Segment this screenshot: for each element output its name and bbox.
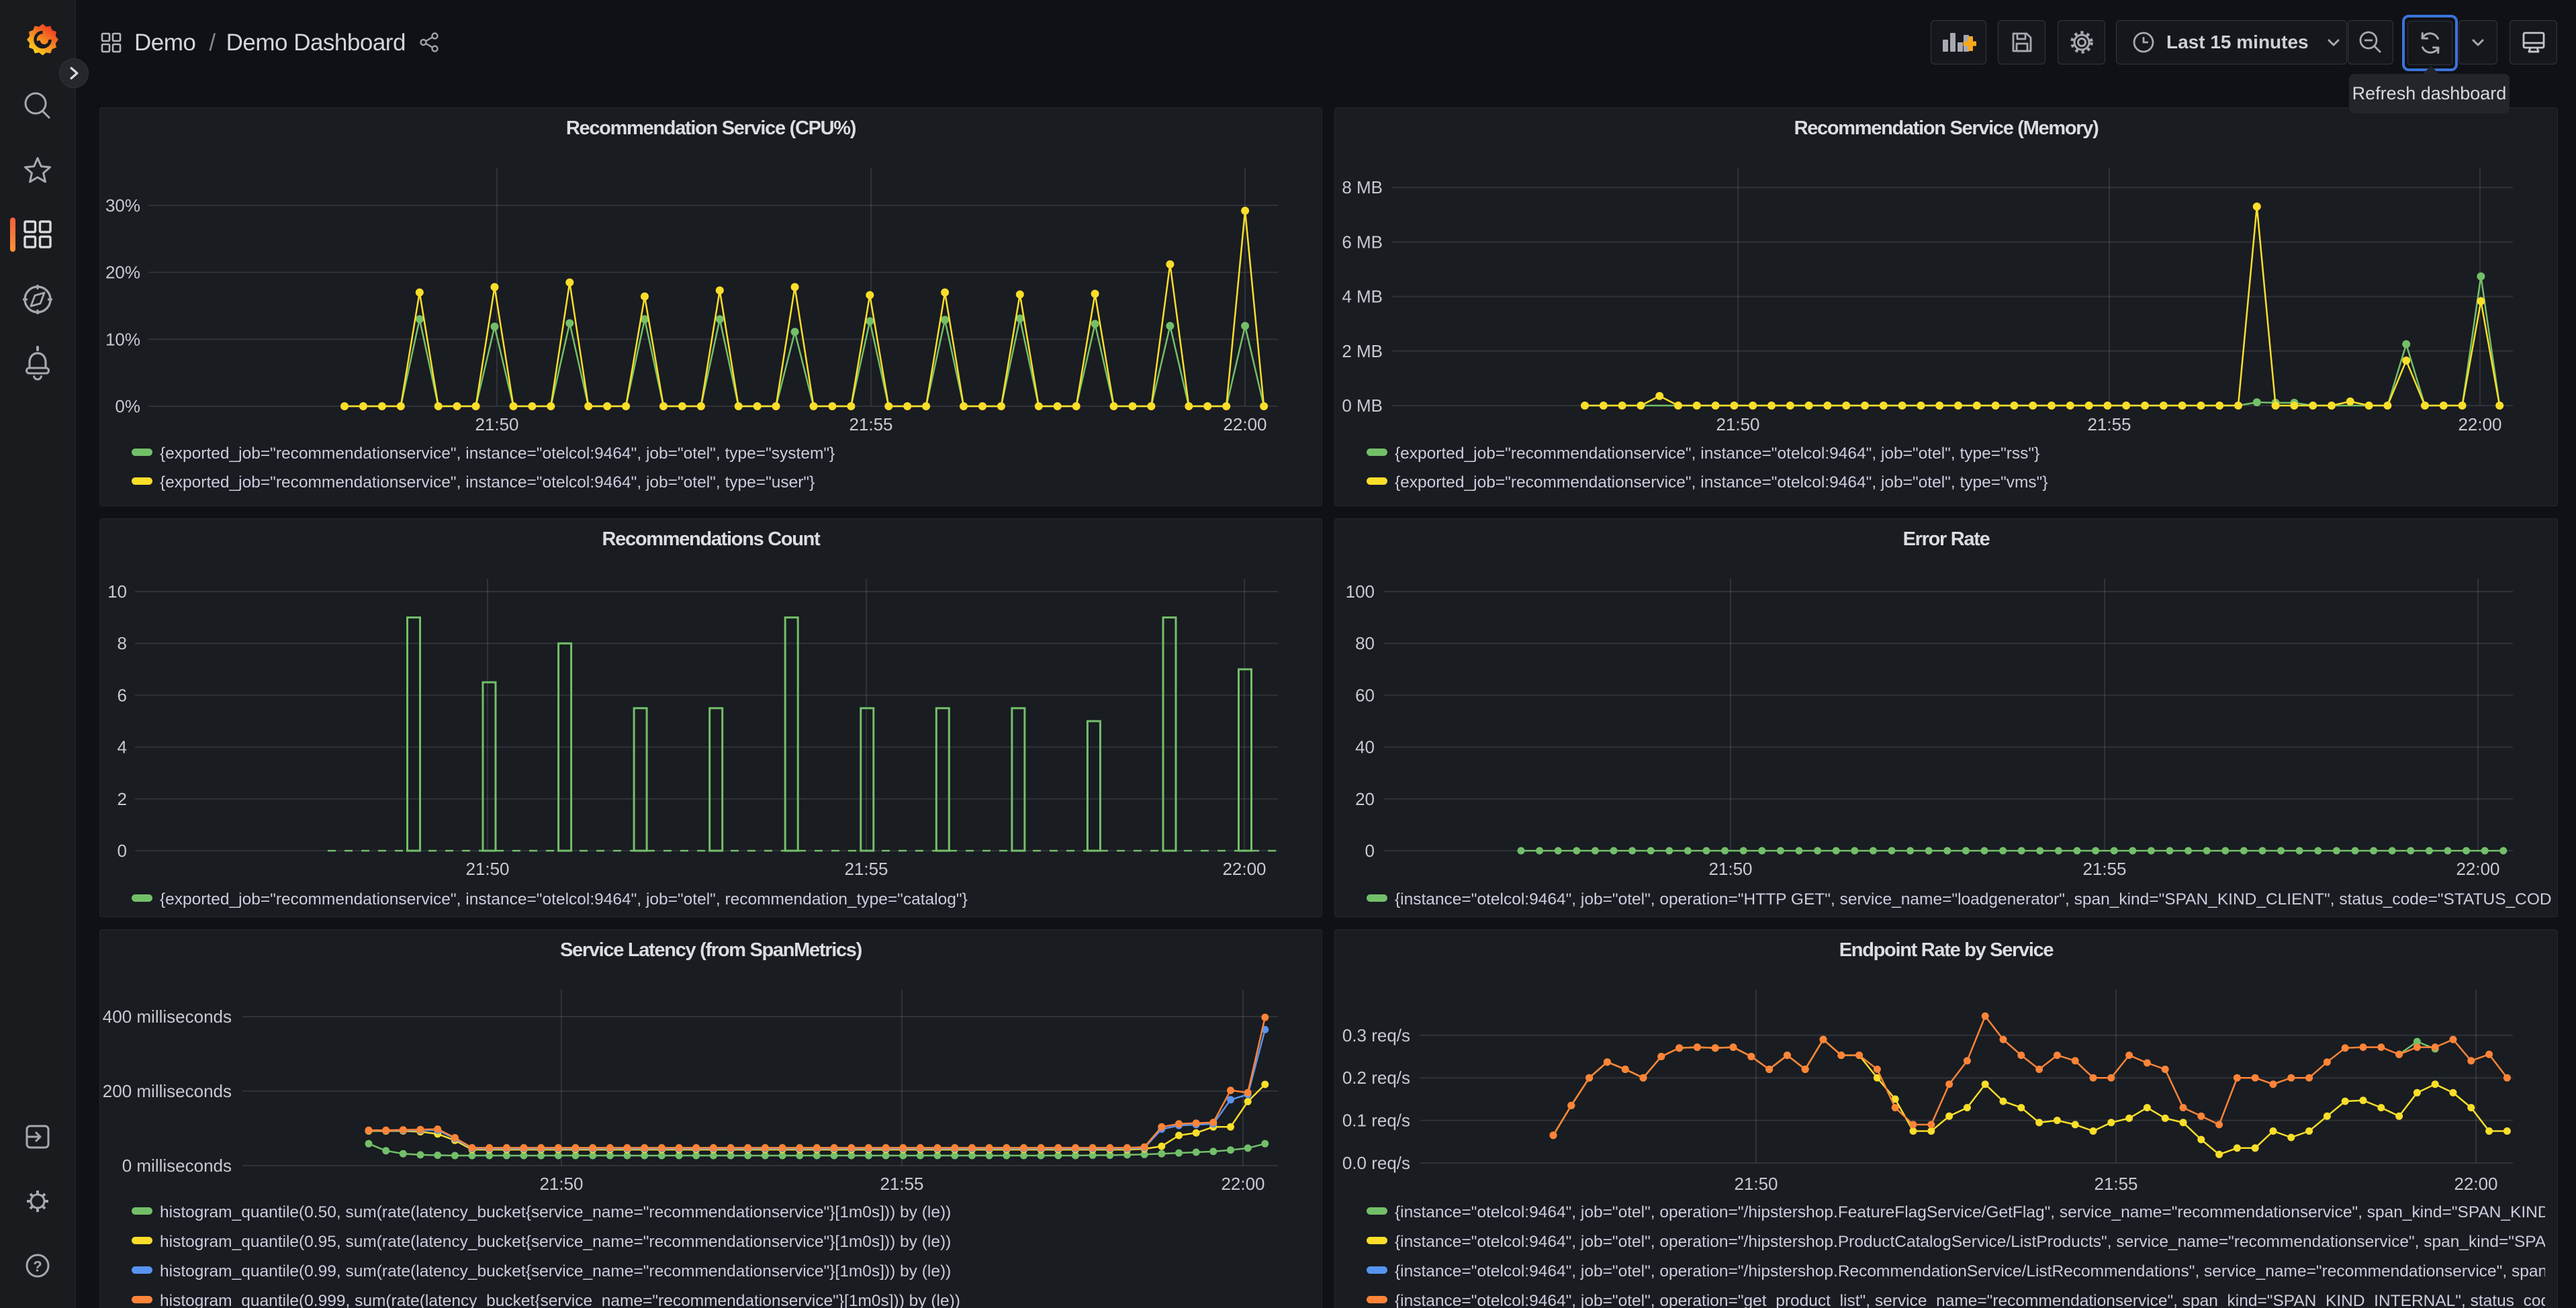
- svg-text:21:50: 21:50: [1716, 414, 1759, 434]
- svg-text:4 MB: 4 MB: [1342, 287, 1383, 307]
- svg-text:80: 80: [1355, 633, 1375, 653]
- svg-text:4: 4: [118, 737, 127, 757]
- svg-text:21:55: 21:55: [2087, 414, 2131, 434]
- svg-text:8 MB: 8 MB: [1342, 177, 1383, 197]
- svg-text:21:50: 21:50: [1708, 859, 1752, 879]
- svg-text:21:55: 21:55: [880, 1174, 923, 1194]
- svg-text:40: 40: [1355, 737, 1375, 757]
- svg-text:21:50: 21:50: [1734, 1174, 1778, 1194]
- svg-text:22:00: 22:00: [2458, 414, 2501, 434]
- svg-text:10: 10: [107, 581, 127, 602]
- svg-text:21:50: 21:50: [475, 414, 518, 434]
- svg-text:0 MB: 0 MB: [1342, 395, 1383, 416]
- svg-text:0: 0: [118, 841, 127, 861]
- svg-text:21:50: 21:50: [465, 859, 509, 879]
- svg-text:6: 6: [118, 685, 127, 705]
- svg-text:400 milliseconds: 400 milliseconds: [103, 1007, 232, 1027]
- svg-text:10%: 10%: [105, 329, 140, 349]
- svg-text:0 milliseconds: 0 milliseconds: [122, 1156, 232, 1176]
- svg-text:21:55: 21:55: [849, 414, 892, 434]
- svg-text:8: 8: [118, 633, 127, 653]
- svg-text:2 MB: 2 MB: [1342, 341, 1383, 361]
- svg-text:22:00: 22:00: [1221, 1174, 1264, 1194]
- svg-text:22:00: 22:00: [1222, 859, 1266, 879]
- svg-text:0.1 req/s: 0.1 req/s: [1342, 1111, 1410, 1131]
- svg-text:30%: 30%: [105, 195, 140, 216]
- svg-text:21:55: 21:55: [2094, 1174, 2137, 1194]
- svg-text:200 milliseconds: 200 milliseconds: [103, 1081, 232, 1101]
- svg-text:22:00: 22:00: [1223, 414, 1267, 434]
- svg-text:0.3 req/s: 0.3 req/s: [1342, 1025, 1410, 1045]
- svg-text:22:00: 22:00: [2456, 859, 2499, 879]
- svg-text:0.2 req/s: 0.2 req/s: [1342, 1068, 1410, 1088]
- svg-text:20: 20: [1355, 789, 1375, 809]
- svg-text:0%: 0%: [115, 396, 140, 416]
- svg-text:60: 60: [1355, 685, 1375, 705]
- svg-text:21:50: 21:50: [539, 1174, 583, 1194]
- svg-text:20%: 20%: [105, 263, 140, 283]
- svg-text:6 MB: 6 MB: [1342, 232, 1383, 252]
- svg-text:0.0 req/s: 0.0 req/s: [1342, 1153, 1410, 1173]
- svg-text:21:55: 21:55: [844, 859, 888, 879]
- svg-text:0: 0: [1365, 841, 1375, 861]
- svg-text:2: 2: [118, 789, 127, 809]
- svg-text:21:55: 21:55: [2082, 859, 2126, 879]
- svg-text:22:00: 22:00: [2454, 1174, 2497, 1194]
- svg-text:100: 100: [1346, 581, 1375, 602]
